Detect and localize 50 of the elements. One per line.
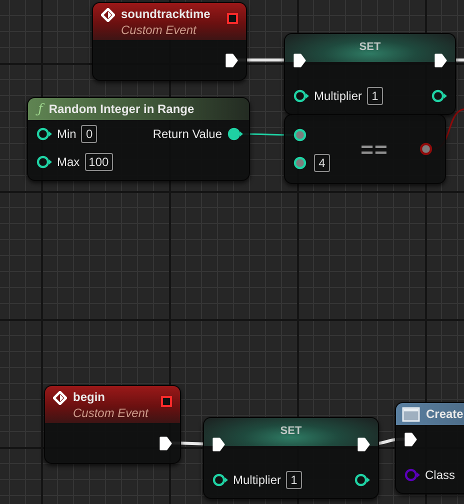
exec-pin-icon[interactable] xyxy=(293,52,306,68)
pin-icon[interactable] xyxy=(418,142,435,156)
pin-label: Class xyxy=(425,467,456,484)
blueprint-node[interactable]: SET Multiplier 1 xyxy=(284,33,456,115)
blueprint-node[interactable]: 4 == xyxy=(284,114,446,184)
node-title: Random Integer in Range xyxy=(48,102,194,117)
exec-pin-icon[interactable] xyxy=(225,52,238,68)
pin-label: Multiplier xyxy=(233,472,282,489)
value-field[interactable]: 4 xyxy=(314,154,330,172)
node-title: Create xyxy=(426,407,464,422)
value-field[interactable]: 1 xyxy=(286,471,302,489)
function-glyph: ƒ xyxy=(38,102,43,117)
node-title: begin xyxy=(73,390,106,405)
operator-symbol: == xyxy=(360,136,388,164)
delegate-pin-icon[interactable] xyxy=(227,13,238,24)
node-title: soundtracktime xyxy=(121,7,212,22)
window-icon xyxy=(402,407,420,422)
exec-pin-icon[interactable] xyxy=(159,436,172,450)
exec-pin-icon[interactable] xyxy=(434,52,447,68)
blueprint-node[interactable]: ƒ Random Integer in Range Min 0 Max 100 Return Value xyxy=(27,97,250,181)
pin-label: Return Value xyxy=(152,126,222,143)
exec-pin-icon[interactable] xyxy=(404,432,417,446)
pin-label: Min xyxy=(57,126,76,143)
pin-icon[interactable] xyxy=(293,89,309,103)
value-field[interactable]: 100 xyxy=(84,153,113,171)
event-icon xyxy=(101,8,115,22)
pin-icon[interactable] xyxy=(293,156,309,170)
node-title: SET xyxy=(280,424,302,439)
exec-pin-icon[interactable] xyxy=(212,436,225,452)
node-subtitle: Custom Event xyxy=(73,405,150,421)
value-field[interactable]: 1 xyxy=(367,87,384,105)
pin-icon[interactable] xyxy=(36,127,52,141)
blueprint-node[interactable]: soundtracktime Custom Event xyxy=(92,2,247,81)
node-subtitle: Custom Event xyxy=(121,22,198,38)
pin-label: Multiplier xyxy=(314,88,362,105)
pin-icon[interactable] xyxy=(293,128,309,142)
event-icon xyxy=(53,391,67,405)
blueprint-node[interactable]: begin Custom Event xyxy=(44,385,181,464)
pin-icon[interactable] xyxy=(36,155,52,169)
blueprint-node[interactable]: SET Multiplier 1 xyxy=(203,417,379,499)
pin-icon[interactable] xyxy=(212,473,228,487)
pin-icon[interactable] xyxy=(227,127,243,141)
pin-icon[interactable] xyxy=(431,89,447,103)
exec-pin-icon[interactable] xyxy=(357,436,370,452)
pin-label: Max xyxy=(57,154,80,171)
pin-icon[interactable] xyxy=(354,473,370,487)
blueprint-node[interactable]: Create Class xyxy=(395,402,464,494)
node-title: SET xyxy=(359,40,381,55)
delegate-pin-icon[interactable] xyxy=(161,396,172,407)
value-field[interactable]: 0 xyxy=(81,125,98,143)
